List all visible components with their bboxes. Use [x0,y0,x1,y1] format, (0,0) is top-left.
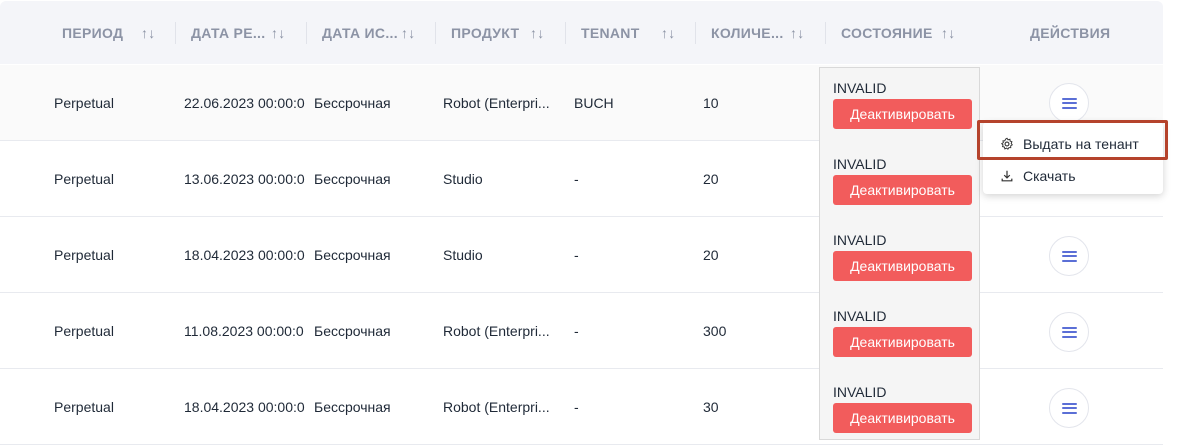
header-status[interactable]: СОСТОЯНИЕ [841,1,933,64]
menu-icon [1061,326,1077,338]
column-divider [435,22,436,44]
cell-product: Robot (Enterpri... [443,398,550,415]
cell-product: Robot (Enterpri... [443,94,550,111]
cell-period: Perpetual [54,246,114,263]
cell-date-reg: 13.06.2023 00:00:0 [184,170,305,187]
header-actions: ДЕЙСТВИЯ [1030,24,1111,41]
row-actions-menu-button[interactable] [1049,312,1089,352]
sort-icon[interactable]: ↑↓ [141,1,156,64]
status-text: INVALID [833,80,887,96]
header-date-reg[interactable]: ДАТА РЕ... [191,1,265,64]
cell-product: Robot (Enterpri... [443,322,550,339]
cell-quantity: 20 [703,246,719,263]
cell-period: Perpetual [54,170,114,187]
menu-icon [1061,250,1077,262]
table-row: Perpetual 18.04.2023 00:00:0 Бессрочная … [0,217,1163,293]
cell-period: Perpetual [54,398,114,415]
deactivate-button[interactable]: Деактивировать [833,175,972,205]
cell-date-exp: Бессрочная [314,170,391,187]
menu-item-label: Скачать [1023,168,1076,184]
cell-period: Perpetual [54,322,114,339]
column-divider [825,22,826,44]
highlight-box [977,120,1168,160]
sort-icon[interactable]: ↑↓ [661,1,676,64]
download-icon [999,169,1015,183]
column-divider [695,22,696,44]
cell-product: Studio [443,170,483,187]
cell-tenant: - [574,246,579,263]
cell-product: Studio [443,246,483,263]
cell-quantity: 10 [703,94,719,111]
header-date-exp[interactable]: ДАТА ИС... [322,1,398,64]
deactivate-button[interactable]: Деактивировать [833,327,972,357]
cell-tenant: - [574,322,579,339]
row-actions-menu-button[interactable] [1049,83,1089,123]
table-row: Perpetual 11.08.2023 00:00:0 Бессрочная … [0,293,1163,369]
row-actions-menu-button[interactable] [1049,236,1089,276]
cell-period: Perpetual [54,94,114,111]
cell-date-reg: 18.04.2023 00:00:0 [184,398,305,415]
sort-icon[interactable]: ↑↓ [941,1,956,64]
menu-icon [1061,97,1077,109]
header-tenant[interactable]: TENANT [581,1,640,64]
column-divider [565,22,566,44]
deactivate-button[interactable]: Деактивировать [833,99,972,129]
sort-icon[interactable]: ↑↓ [790,1,805,64]
sort-icon[interactable]: ↑↓ [271,1,286,64]
row-actions-menu-button[interactable] [1049,388,1089,428]
cell-date-reg: 11.08.2023 00:00:0 [184,322,304,339]
status-text: INVALID [833,308,887,324]
cell-quantity: 300 [703,322,727,339]
header-period[interactable]: ПЕРИОД [62,1,123,64]
status-text: INVALID [833,232,887,248]
cell-tenant: - [574,170,579,187]
deactivate-button[interactable]: Деактивировать [833,403,972,433]
cell-quantity: 30 [703,398,719,415]
sort-icon[interactable]: ↑↓ [530,1,545,64]
cell-tenant: - [574,398,579,415]
column-divider [306,22,307,44]
status-text: INVALID [833,156,887,172]
deactivate-button[interactable]: Деактивировать [833,251,972,281]
cell-date-reg: 18.04.2023 00:00:0 [184,246,305,263]
cell-date-reg: 22.06.2023 00:00:0 [184,94,305,111]
menu-item-download[interactable]: Скачать [983,161,1163,191]
header-product[interactable]: ПРОДУКТ [451,1,519,64]
cell-date-exp: Бессрочная [314,246,391,263]
cell-date-exp: Бессрочная [314,322,391,339]
header-quantity[interactable]: КОЛИЧЕ... [711,1,784,64]
cell-date-exp: Бессрочная [314,398,391,415]
status-text: INVALID [833,384,887,400]
cell-date-exp: Бессрочная [314,94,391,111]
menu-icon [1061,402,1077,414]
cell-tenant: BUCH [574,94,614,111]
table-header: ПЕРИОД ↑↓ ДАТА РЕ... ↑↓ ДАТА ИС... ↑↓ ПР… [0,1,1163,64]
table-row: Perpetual 18.04.2023 00:00:0 Бессрочная … [0,369,1163,445]
sort-icon[interactable]: ↑↓ [401,1,416,64]
column-divider [175,22,176,44]
cell-quantity: 20 [703,170,719,187]
